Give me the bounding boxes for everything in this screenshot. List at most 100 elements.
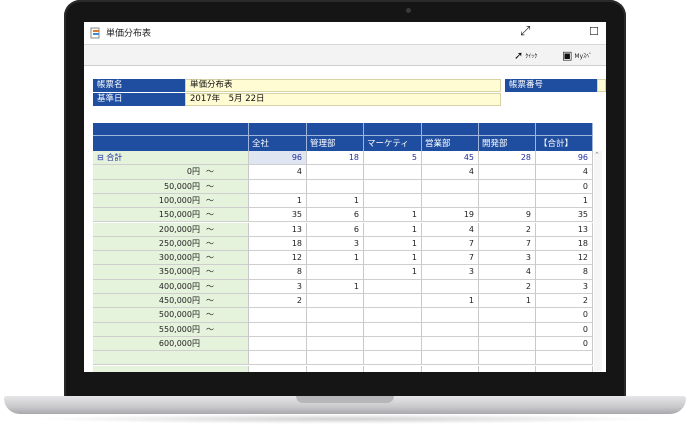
value-cell: 4 (422, 222, 479, 237)
row-label-cell: 550,000円 ～ (93, 322, 249, 337)
table-row: 250,000円～ 18 3 1 7 7 18 (93, 236, 593, 252)
value-cell (422, 336, 479, 352)
value-cell: 1 (364, 222, 422, 237)
value-cell: 3 (479, 251, 536, 266)
column-header-admin[interactable]: 管理部 (307, 123, 364, 151)
value-cell: 96 (249, 151, 307, 166)
value-cell: 12 (249, 251, 307, 266)
value-cell (422, 322, 479, 337)
quick-label: ｸｲｯｸ (525, 52, 538, 60)
laptop-notch (296, 396, 394, 403)
quick-button[interactable]: ➚ ｸｲｯｸ (514, 48, 537, 62)
value-cell: 1 (364, 265, 422, 280)
value-cell (364, 336, 422, 352)
value-cell: 4 (249, 165, 307, 180)
table-row: 450,000円～ 2 1 1 2 (93, 294, 593, 309)
expand-icon[interactable]: ⤢ (520, 25, 530, 38)
range-label: 200,000円 (158, 224, 200, 234)
base-date-field[interactable]: 2017年 5月 22日 (185, 93, 501, 106)
app-icon (90, 27, 100, 39)
vertical-scrollbar[interactable]: ⌃ (594, 151, 602, 371)
report-name-field[interactable]: 単価分布表 (185, 79, 501, 92)
value-cell: 0 (536, 308, 593, 323)
value-cell: 1 (479, 294, 536, 309)
value-cell (364, 308, 422, 323)
value-cell: 45 (422, 151, 479, 166)
value-cell: 3 (422, 265, 479, 280)
row-label-cell: 200,000円 ～ (93, 222, 249, 237)
range-label: 450,000円 (158, 296, 200, 305)
row-label-cell: 0円 ～ (93, 165, 249, 180)
app-window: 単価分布表 ⤢ ☐ ➚ ｸｲｯｸ ▣ Myｽﾍﾟ 帳票名 単価分布表 帳票番号 … (84, 22, 606, 372)
row-label-cell: 450,000円 ～ (93, 294, 249, 309)
value-cell: 4 (479, 265, 536, 280)
range-label: 400,000円 (158, 281, 200, 291)
report-number-field[interactable] (597, 79, 606, 92)
value-cell (479, 322, 536, 337)
row-label-cell: 300,000円 ～ (93, 251, 249, 266)
table-row: 300,000円～ 12 1 1 7 3 12 (93, 251, 593, 266)
value-cell (422, 279, 479, 294)
value-cell (249, 179, 307, 194)
total-row: ⊟ 合計 96 18 5 45 28 96 (93, 151, 593, 166)
column-header-sales[interactable]: 営業部 (422, 123, 479, 151)
value-cell: 2 (249, 294, 307, 309)
range-tilde: ～ (206, 267, 214, 277)
value-cell: 96 (536, 151, 593, 166)
my-space-button[interactable]: ▣ Myｽﾍﾟ (562, 48, 592, 62)
value-cell (307, 294, 364, 309)
value-cell: 8 (249, 265, 307, 280)
value-cell: 18 (536, 236, 593, 252)
table-row: 550,000円 ～ 0 (93, 322, 593, 337)
value-cell (364, 279, 422, 294)
row-label-cell: 150,000円 ～ (93, 208, 249, 223)
range-tilde: ～ (206, 210, 214, 220)
my-space-icon: ▣ (562, 48, 573, 62)
window-title: 単価分布表 (106, 29, 152, 39)
range-label: 100,000円 (158, 195, 200, 205)
table-row: 350,000円～ 8 1 3 4 8 (93, 265, 593, 280)
row-label-cell: 500,000円 ～ (93, 308, 249, 323)
column-header-total[interactable]: 【合計】 (536, 123, 593, 151)
value-cell: 6 (307, 208, 364, 223)
row-label-cell[interactable]: ⊟ 合計 (93, 151, 249, 166)
toolbar: ➚ ｸｲｯｸ ▣ Myｽﾍﾟ (84, 45, 606, 66)
row-label-cell: 250,000円 ～ (93, 236, 249, 252)
range-tilde: ～ (206, 324, 214, 334)
value-cell (364, 294, 422, 309)
value-cell: 0 (536, 322, 593, 337)
row-label-cell: 350,000円 ～ (93, 265, 249, 280)
value-cell (422, 308, 479, 323)
value-cell: 3 (249, 279, 307, 294)
row-label-cell: 600,000円 (93, 336, 249, 352)
column-header-all[interactable]: 全社 (249, 123, 307, 151)
value-cell: 28 (479, 151, 536, 166)
header-row-label-cell (93, 123, 249, 151)
value-cell: 6 (307, 222, 364, 237)
value-cell: 0 (536, 336, 593, 352)
camera (406, 8, 411, 13)
value-cell: 9 (479, 208, 536, 223)
value-cell: 18 (249, 236, 307, 252)
empty-row (93, 351, 593, 366)
value-cell: 1 (422, 294, 479, 309)
table-row: 50,000円 ～ 0 (93, 179, 593, 194)
table-row: 200,000円～ 13 6 1 4 2 13 (93, 222, 593, 237)
range-label: 300,000円 (158, 253, 200, 263)
value-cell (249, 336, 307, 352)
maximize-button[interactable]: ☐ (589, 26, 599, 38)
value-cell: 1 (307, 193, 364, 209)
value-cell: 1 (364, 251, 422, 266)
range-tilde: ～ (206, 167, 214, 177)
value-cell (307, 322, 364, 337)
column-header-marketing[interactable]: マーケティ (364, 123, 422, 151)
value-cell: 4 (536, 165, 593, 180)
value-cell: 7 (422, 251, 479, 266)
value-cell (249, 322, 307, 337)
scroll-up-icon[interactable]: ⌃ (594, 151, 600, 159)
value-cell (307, 336, 364, 352)
table-row: 400,000円～ 3 1 2 3 (93, 279, 593, 294)
column-header-dev[interactable]: 開発部 (479, 123, 536, 151)
value-cell (249, 308, 307, 323)
range-label: 50,000円 (164, 181, 200, 191)
